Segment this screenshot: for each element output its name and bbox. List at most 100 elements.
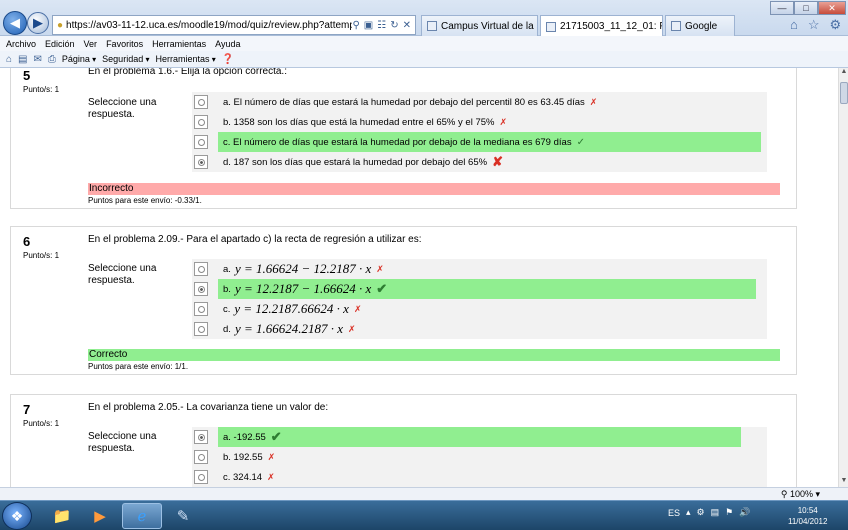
tools-menu[interactable]: Herramientas bbox=[155, 54, 215, 64]
vertical-scrollbar[interactable]: ▲ ▼ bbox=[838, 68, 848, 487]
question-points: Punto/s: 1 bbox=[23, 251, 60, 260]
answer-list: a. y = 1.66624 − 12.2187 · x ✗ b. y = 12.21… bbox=[192, 259, 767, 339]
question-number: 7 bbox=[23, 402, 31, 417]
minimize-button[interactable]: — bbox=[770, 1, 794, 15]
tab-campus-virtual[interactable]: Campus Virtual de la Univ... bbox=[421, 15, 538, 36]
answer-letter: b. bbox=[223, 283, 231, 295]
address-bar[interactable]: ● https://av03-11-12.uca.es/moodle19/mod… bbox=[52, 15, 416, 35]
answer-option-c[interactable]: c. 324.14 ✗ bbox=[192, 467, 767, 487]
clock-time: 10:54 bbox=[797, 506, 818, 515]
back-button[interactable]: ◀ bbox=[3, 11, 27, 35]
question-text: En el problema 2.09.- Para el apartado c… bbox=[88, 234, 422, 245]
radio-button[interactable] bbox=[194, 470, 208, 484]
compat-icon[interactable]: ☷ bbox=[377, 20, 386, 31]
radio-button[interactable] bbox=[194, 95, 208, 109]
back-arrow-icon: ◀ bbox=[10, 15, 20, 30]
correct-check-icon: ✓ bbox=[576, 136, 585, 148]
answer-option-c[interactable]: c. El número de días que estará la humed… bbox=[192, 132, 767, 152]
mail-icon[interactable]: ✉ bbox=[34, 54, 42, 65]
url-text[interactable]: https://av03-11-12.uca.es/moodle19/mod/q… bbox=[66, 20, 352, 31]
tab-label: Campus Virtual de la Univ... bbox=[441, 20, 537, 32]
tray-expand-icon[interactable]: ▴ bbox=[686, 507, 691, 518]
home-page-icon[interactable]: ⌂ bbox=[6, 54, 12, 65]
favorites-star-icon[interactable]: ☆ bbox=[808, 17, 820, 33]
language-indicator[interactable]: ES bbox=[668, 508, 680, 518]
correct-check-icon: ✔ bbox=[376, 281, 388, 296]
tab-favicon-icon bbox=[427, 21, 437, 31]
scroll-up-icon[interactable]: ▲ bbox=[839, 68, 848, 78]
answer-option-a[interactable]: a. -192.55 ✔ bbox=[192, 427, 767, 447]
help-icon[interactable]: ❓ bbox=[222, 54, 234, 65]
radio-button[interactable] bbox=[194, 430, 208, 444]
volume-icon[interactable]: 🔊 bbox=[739, 507, 750, 518]
home-icon[interactable]: ⌂ bbox=[790, 17, 798, 33]
answer-option-b[interactable]: b. 1358 son los días que está la humedad… bbox=[192, 112, 767, 132]
media-player-task-button[interactable]: ▶ bbox=[80, 503, 120, 529]
radio-button[interactable] bbox=[194, 155, 208, 169]
internet-explorer-task-button[interactable]: ℯ bbox=[122, 503, 162, 529]
paint-task-button[interactable]: ✎ bbox=[163, 503, 203, 529]
zoom-level[interactable]: ⚲ 100% ▾ bbox=[781, 489, 820, 500]
search-icon[interactable]: ⚲ bbox=[352, 20, 359, 31]
scroll-down-icon[interactable]: ▼ bbox=[839, 477, 848, 487]
incorrect-icon: ✗ bbox=[376, 263, 384, 274]
explorer-task-button[interactable]: 📁 bbox=[42, 503, 82, 529]
answer-option-d[interactable]: d. 187 son los días que estará la humeda… bbox=[192, 152, 767, 172]
page-menu[interactable]: Página bbox=[62, 54, 96, 64]
answer-option-d[interactable]: d. y = 1.66624.2187 · x ✗ bbox=[192, 319, 767, 339]
maximize-button[interactable]: □ bbox=[794, 1, 818, 15]
incorrect-icon: ✗ bbox=[267, 451, 276, 462]
incorrect-icon: ✘ bbox=[492, 154, 503, 169]
scroll-thumb[interactable] bbox=[840, 82, 848, 104]
answer-option-b[interactable]: b. 192.55 ✗ bbox=[192, 447, 767, 467]
security-menu[interactable]: Seguridad bbox=[102, 54, 149, 64]
feeds-icon[interactable]: ▤ bbox=[18, 54, 27, 65]
menu-item-favoritos[interactable]: Favoritos bbox=[106, 39, 143, 49]
tab-google[interactable]: Google bbox=[665, 15, 735, 36]
stop-icon[interactable]: ✕ bbox=[403, 20, 411, 31]
lock-icon[interactable]: ▣ bbox=[364, 20, 373, 31]
menu-item-archivo[interactable]: Archivo bbox=[6, 39, 36, 49]
result-incorrect: Incorrecto bbox=[88, 183, 780, 195]
question-points: Punto/s: 1 bbox=[23, 85, 60, 94]
answer-option-c[interactable]: c. y = 12.2187.66624 · x ✗ bbox=[192, 299, 767, 319]
menu-item-ayuda[interactable]: Ayuda bbox=[215, 39, 240, 49]
question-7: 7 Punto/s: 1 En el problema 2.05.- La co… bbox=[10, 394, 797, 487]
answer-letter: a. bbox=[223, 263, 231, 275]
radio-button[interactable] bbox=[194, 115, 208, 129]
radio-button[interactable] bbox=[194, 282, 208, 296]
browser-titlebar: ◀ ▶ ● https://av03-11-12.uca.es/moodle19… bbox=[0, 0, 848, 37]
menu-item-herramientas[interactable]: Herramientas bbox=[152, 39, 206, 49]
answer-prompt: Seleccione una respuesta. bbox=[88, 97, 157, 120]
answer-label: a. -192.55 bbox=[223, 431, 266, 443]
radio-button[interactable] bbox=[194, 322, 208, 336]
forward-button[interactable]: ▶ bbox=[27, 12, 49, 34]
radio-button[interactable] bbox=[194, 135, 208, 149]
radio-button[interactable] bbox=[194, 450, 208, 464]
refresh-icon[interactable]: ↻ bbox=[390, 20, 398, 31]
menu-item-edicion[interactable]: Edición bbox=[45, 39, 75, 49]
score-line: Puntos para este envío: -0.33/1. bbox=[88, 196, 202, 205]
menu-item-ver[interactable]: Ver bbox=[84, 39, 98, 49]
answer-formula: y = 1.66624.2187 · x bbox=[234, 321, 343, 336]
radio-button[interactable] bbox=[194, 302, 208, 316]
tab-quiz-review[interactable]: 21715003_11_12_01: PR...✕ bbox=[540, 15, 663, 37]
question-number: 6 bbox=[23, 234, 31, 249]
network-icon[interactable]: ▤ bbox=[711, 507, 720, 518]
print-icon[interactable]: ⎙ bbox=[48, 54, 56, 65]
settings-gear-icon[interactable]: ⚙ bbox=[830, 17, 842, 33]
tray-app-icon[interactable]: ⚙ bbox=[697, 507, 705, 518]
clock-date: 11/04/2012 bbox=[788, 517, 828, 526]
tab-label: 21715003_11_12_01: PR... bbox=[560, 21, 662, 32]
answer-option-b[interactable]: b. y = 12.2187 − 1.66624 · x ✔ bbox=[192, 279, 767, 299]
start-button[interactable]: ❖ bbox=[2, 502, 32, 530]
answer-option-a[interactable]: a. El número de días que estará la humed… bbox=[192, 92, 767, 112]
close-window-button[interactable]: ✕ bbox=[818, 1, 846, 15]
answer-option-a[interactable]: a. y = 1.66624 − 12.2187 · x ✗ bbox=[192, 259, 767, 279]
score-line: Puntos para este envío: 1/1. bbox=[88, 362, 189, 371]
flag-icon[interactable]: ⚑ bbox=[725, 507, 733, 518]
system-clock[interactable]: 10:54 11/04/2012 bbox=[788, 505, 827, 527]
radio-button[interactable] bbox=[194, 262, 208, 276]
answer-label: b. 192.55 bbox=[223, 451, 263, 463]
question-points: Punto/s: 1 bbox=[23, 419, 60, 428]
